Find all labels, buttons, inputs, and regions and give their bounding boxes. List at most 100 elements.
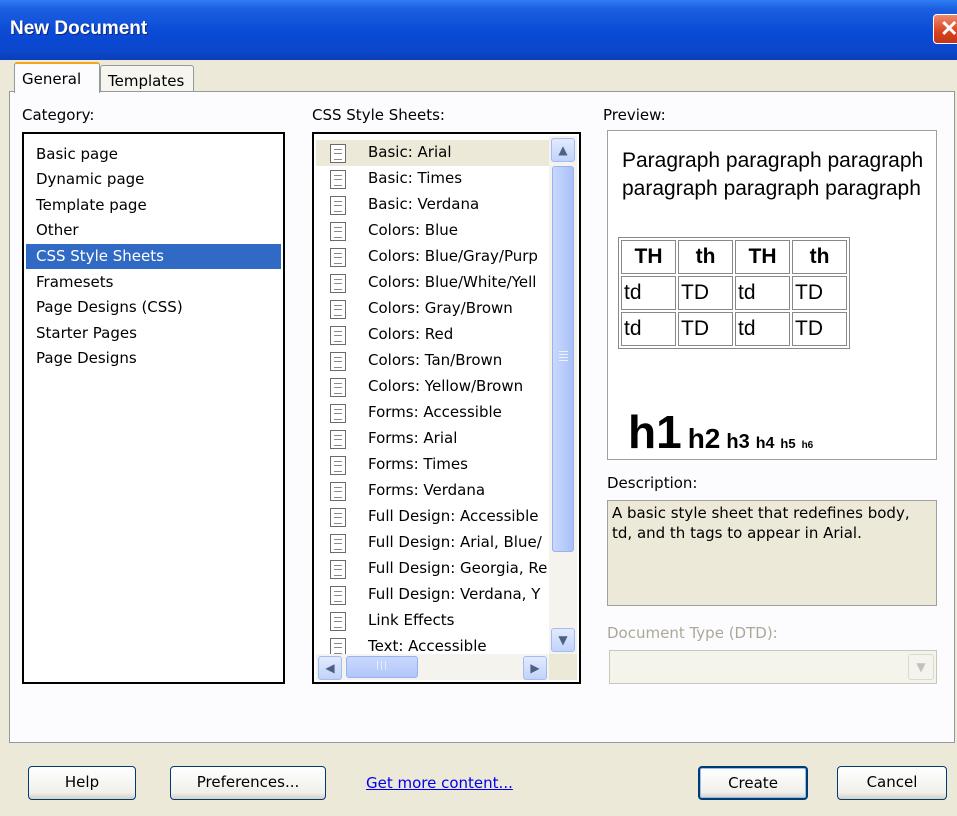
css-sheet-item[interactable]: Full Design: Georgia, Re xyxy=(316,556,549,582)
css-sheet-item[interactable]: Colors: Tan/Brown xyxy=(316,348,549,374)
horizontal-scroll-thumb[interactable]: ||| xyxy=(346,656,418,678)
css-sheet-item[interactable]: Forms: Accessible xyxy=(316,400,549,426)
tab-general-label: General xyxy=(22,70,82,88)
description-label: Description: xyxy=(607,474,698,492)
css-sheet-item[interactable]: Forms: Arial xyxy=(316,426,549,452)
css-sheet-item[interactable]: Link Effects xyxy=(316,608,549,634)
css-sheet-item[interactable]: Colors: Blue xyxy=(316,218,549,244)
chevron-down-icon: ▼ xyxy=(916,660,926,674)
document-icon xyxy=(330,612,346,631)
category-list[interactable]: Basic page Dynamic page Template page Ot… xyxy=(22,132,285,684)
category-item-css-style-sheets[interactable]: CSS Style Sheets xyxy=(26,244,281,269)
css-sheet-item-label: Colors: Blue/Gray/Purp xyxy=(368,247,538,265)
css-sheet-item[interactable]: Forms: Verdana xyxy=(316,478,549,504)
css-sheet-item[interactable]: Basic: Times xyxy=(316,166,549,192)
preview-table-cell: TD xyxy=(678,276,733,310)
preview-h3: h3 xyxy=(726,431,750,453)
css-sheet-item[interactable]: Forms: Times xyxy=(316,452,549,478)
css-sheet-item[interactable]: Full Design: Accessible xyxy=(316,504,549,530)
vertical-scrollbar[interactable]: ▲ ▼ xyxy=(549,136,577,654)
doctype-dropdown-button[interactable]: ▼ xyxy=(908,654,934,680)
css-sheet-item-label: Colors: Red xyxy=(368,325,454,343)
preview-table-header-cell: TH xyxy=(621,240,676,274)
css-sheet-item[interactable]: Basic: Verdana xyxy=(316,192,549,218)
help-button[interactable]: Help xyxy=(28,766,136,800)
preview-h6: h6 xyxy=(801,440,814,451)
preview-paragraph-line2: paragraph paragraph paragraph xyxy=(622,177,921,200)
css-sheet-item[interactable]: Colors: Gray/Brown xyxy=(316,296,549,322)
document-icon xyxy=(330,586,346,605)
css-sheet-item[interactable]: Colors: Blue/Gray/Purp xyxy=(316,244,549,270)
document-icon xyxy=(330,222,346,241)
category-item-page-designs-css[interactable]: Page Designs (CSS) xyxy=(36,295,183,320)
horizontal-scrollbar[interactable]: ◀ ||| ▶ xyxy=(316,654,549,680)
preview-h2: h2 xyxy=(687,423,721,454)
create-button[interactable]: Create xyxy=(698,766,808,800)
vertical-scroll-thumb[interactable] xyxy=(552,166,574,552)
document-icon xyxy=(330,196,346,215)
document-icon xyxy=(330,248,346,267)
scroll-left-button[interactable]: ◀ xyxy=(318,656,342,680)
preview-table-header-cell: TH xyxy=(735,240,790,274)
document-icon xyxy=(330,144,346,163)
category-label: Category: xyxy=(22,106,95,124)
scroll-up-button[interactable]: ▲ xyxy=(551,138,575,162)
tab-templates[interactable]: Templates xyxy=(100,65,194,93)
css-sheet-item[interactable]: Basic: Arial xyxy=(316,140,549,166)
doctype-label: Document Type (DTD): xyxy=(607,624,778,642)
css-sheet-item-label: Forms: Times xyxy=(368,455,468,473)
preview-table-cell: td xyxy=(735,276,790,310)
document-icon xyxy=(330,560,346,579)
css-sheet-item-label: Text: Accessible xyxy=(368,637,487,655)
preview-table: TH th TH th td TD td TD td TD td TD xyxy=(618,237,850,349)
scroll-right-button[interactable]: ▶ xyxy=(523,656,547,680)
css-sheet-item[interactable]: Full Design: Arial, Blue/ xyxy=(316,530,549,556)
preview-paragraph-line1: Paragraph paragraph paragraph xyxy=(622,149,924,172)
doctype-select[interactable]: ▼ xyxy=(609,650,937,684)
preview-paragraph: Paragraph paragraph paragraph paragraph … xyxy=(622,147,932,203)
preview-table-cell: td xyxy=(735,312,790,346)
css-sheet-item-label: Colors: Blue/White/Yell xyxy=(368,273,537,291)
scrollbar-corner xyxy=(549,654,577,680)
css-sheet-item-label: Forms: Accessible xyxy=(368,403,502,421)
css-sheet-item-label: Colors: Yellow/Brown xyxy=(368,377,524,395)
category-item-framesets[interactable]: Framesets xyxy=(36,270,113,295)
css-sheets-list[interactable]: Basic: Arial Basic: Times Basic: Verdana Co… xyxy=(312,132,581,684)
category-item-template-page[interactable]: Template page xyxy=(36,193,147,218)
chevron-left-icon: ◀ xyxy=(325,661,335,675)
preview-table-header-cell: th xyxy=(792,240,847,274)
css-sheet-item-label: Colors: Tan/Brown xyxy=(368,351,503,369)
document-icon xyxy=(330,326,346,345)
cancel-button[interactable]: Cancel xyxy=(837,766,947,800)
css-sheet-item[interactable]: Colors: Red xyxy=(316,322,549,348)
preview-table-cell: TD xyxy=(792,312,847,346)
category-item-starter-pages[interactable]: Starter Pages xyxy=(36,321,137,346)
preview-h4: h4 xyxy=(755,435,775,452)
css-sheet-item[interactable]: Full Design: Verdana, Y xyxy=(316,582,549,608)
document-icon xyxy=(330,430,346,449)
chevron-right-icon: ▶ xyxy=(530,661,540,675)
preferences-button[interactable]: Preferences... xyxy=(170,766,326,800)
close-button[interactable]: ✕ xyxy=(933,14,957,44)
category-item-basic-page[interactable]: Basic page xyxy=(36,142,118,167)
close-icon: ✕ xyxy=(940,16,957,41)
category-item-other[interactable]: Other xyxy=(36,218,79,243)
get-more-content-link[interactable]: Get more content... xyxy=(366,774,513,792)
tab-general[interactable]: General xyxy=(14,62,100,93)
css-sheet-item-label: Forms: Verdana xyxy=(368,481,486,499)
css-sheet-item[interactable]: Colors: Yellow/Brown xyxy=(316,374,549,400)
document-icon xyxy=(330,352,346,371)
preview-pane: Paragraph paragraph paragraph paragraph … xyxy=(607,130,937,460)
window-title: New Document xyxy=(10,18,148,39)
category-item-dynamic-page[interactable]: Dynamic page xyxy=(36,167,144,192)
scroll-down-button[interactable]: ▼ xyxy=(551,628,575,652)
css-sheet-item-label: Basic: Times xyxy=(368,169,463,187)
document-icon xyxy=(330,300,346,319)
css-sheet-item-label: Basic: Arial xyxy=(368,143,452,161)
css-sheet-item-label: Basic: Verdana xyxy=(368,195,480,213)
document-icon xyxy=(330,508,346,527)
category-item-page-designs[interactable]: Page Designs xyxy=(36,346,137,371)
preview-table-cell: td xyxy=(621,312,676,346)
document-icon xyxy=(330,404,346,423)
css-sheet-item[interactable]: Colors: Blue/White/Yell xyxy=(316,270,549,296)
